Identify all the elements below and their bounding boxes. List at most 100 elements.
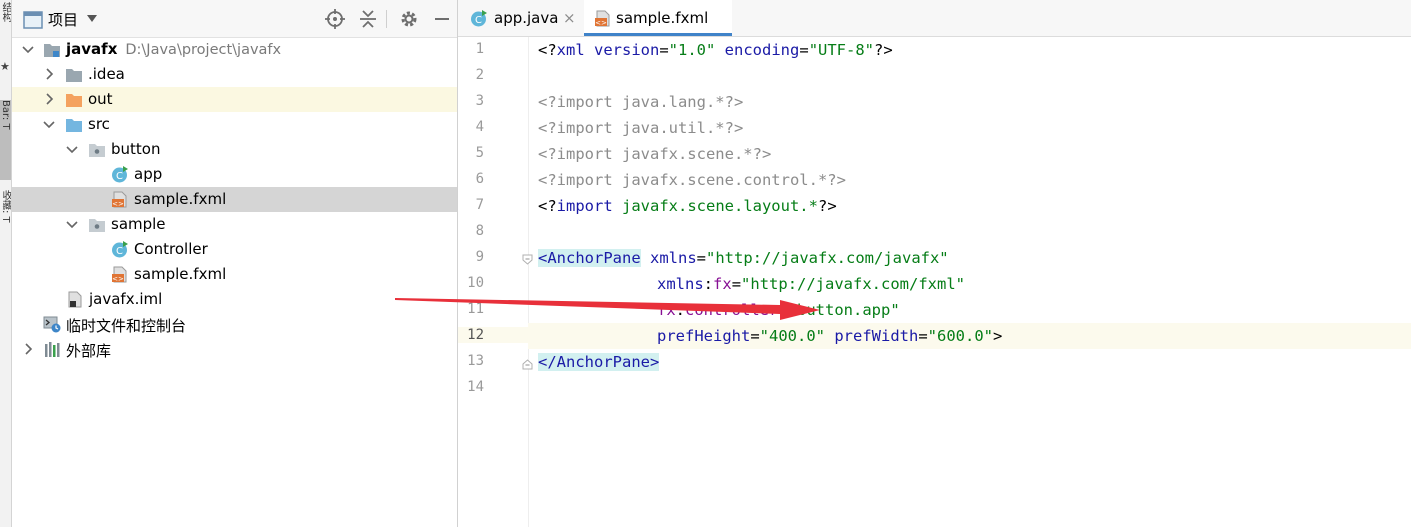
code-line-5: <?import javafx.scene.*?> [538,145,772,163]
tree-item-app[interactable]: C app [12,162,457,187]
tab-label: app.java [494,9,559,27]
tree-item-label: 临时文件和控制台 [66,317,187,335]
fxml-file-icon: <> [595,10,610,27]
project-panel-title[interactable]: 项目 [48,9,78,30]
line-number: 5 [475,145,484,161]
minimize-icon[interactable] [432,9,452,29]
tool-window-strip: 结构 ★ Bar: T 收藏: T [0,0,12,527]
strip-tab-structure[interactable]: 结构 [0,2,11,22]
tree-item-button-package[interactable]: button [12,137,457,162]
line-number: 1 [475,41,484,57]
tree-item-external-libraries[interactable]: 外部库 [12,337,457,362]
chevron-right-icon[interactable] [43,68,55,80]
java-class-icon: C [112,166,128,183]
code-line-12: prefHeight="400.0" prefWidth="600.0"> [528,323,1411,349]
chevron-down-icon[interactable] [66,218,78,230]
header-divider [386,10,387,28]
line-number: 14 [467,379,484,395]
tree-item-label: app [134,165,163,183]
tree-item-javafx-iml[interactable]: javafx.iml [12,287,457,312]
chevron-down-icon[interactable] [43,118,55,130]
tree-item-src[interactable]: src [12,112,457,137]
line-number: 3 [475,93,484,109]
collapse-all-icon[interactable] [358,9,378,29]
tree-item-idea[interactable]: .idea [12,62,457,87]
tree-item-label: 外部库 [66,342,112,360]
tree-item-out[interactable]: out [12,87,457,112]
svg-text:<>: <> [112,200,124,208]
source-folder-icon [66,119,82,132]
package-icon [89,219,105,232]
chevron-right-icon[interactable] [22,343,34,355]
java-class-icon: C [112,241,128,258]
scratches-console-icon [43,316,61,333]
tree-item-controller[interactable]: C Controller [12,237,457,262]
tree-item-label: javafx.iml [89,290,163,308]
iml-file-icon [68,291,82,308]
library-icon [45,342,60,357]
svg-text:C: C [116,246,123,257]
svg-text:C: C [116,171,123,182]
line-number: 9 [475,249,484,265]
tree-item-scratches[interactable]: 临时文件和控制台 [12,312,457,337]
line-number: 8 [475,223,484,239]
tree-item-label: javafx D:\Java\project\javafx [66,40,282,58]
tree-item-label: out [88,90,113,108]
line-number: 7 [475,197,484,213]
code-editor[interactable]: <?xml version="1.0" encoding="UTF-8"?> <… [528,37,1411,527]
line-number-current: 12 [458,327,528,343]
tree-item-sample-fxml-button[interactable]: <> sample.fxml [12,187,457,212]
svg-text:<>: <> [112,275,124,283]
chevron-down-icon[interactable] [66,143,78,155]
excluded-folder-icon [66,94,82,107]
locate-icon[interactable] [325,9,345,29]
code-line-6: <?import javafx.scene.control.*?> [538,171,846,189]
editor-tab-bar: C app.java × <> sample.fxml [458,0,1411,37]
fxml-file-icon: <> [112,191,127,208]
editor-area: C app.java × <> sample.fxml 1 2 3 4 5 6 … [458,0,1411,527]
tree-item-label: sample.fxml [134,265,227,283]
line-number-gutter: 1 2 3 4 5 6 7 8 9 10 11 12 13 14 [458,37,533,527]
project-view-icon [23,11,43,29]
package-icon [89,144,105,157]
tree-item-label: sample [111,215,166,233]
svg-text:C: C [475,15,482,26]
strip-tab-bar[interactable]: Bar: T [0,100,11,180]
tree-item-label: sample.fxml [134,190,227,208]
java-class-icon: C [471,10,487,27]
tree-item-sample-package[interactable]: sample [12,212,457,237]
code-line-9: <AnchorPane xmlns="http://javafx.com/jav… [538,249,949,267]
svg-text:<>: <> [595,19,607,27]
tree-item-label: Controller [134,240,208,258]
line-number: 11 [467,301,484,317]
line-number: 10 [467,275,484,291]
tab-label: sample.fxml [616,9,709,27]
folder-icon [66,69,82,82]
chevron-down-icon[interactable] [87,15,97,23]
tab-app-java[interactable]: C app.java × [458,0,582,36]
line-number: 2 [475,67,484,83]
tab-sample-fxml[interactable]: <> sample.fxml [584,0,732,36]
line-number: 4 [475,119,484,135]
tree-item-javafx[interactable]: javafx D:\Java\project\javafx [12,37,457,62]
tree-item-label: button [111,140,161,158]
chevron-right-icon[interactable] [43,93,55,105]
line-number: 13 [467,353,484,369]
tree-item-label: src [88,115,110,133]
code-line-4: <?import java.util.*?> [538,119,744,137]
star-icon: ★ [0,60,10,73]
chevron-down-icon[interactable] [22,43,34,55]
strip-tab-favorites[interactable]: 收藏: T [0,190,11,223]
code-line-3: <?import java.lang.*?> [538,93,744,111]
code-line-13: </AnchorPane> [538,353,660,371]
code-line-7: <?import javafx.scene.layout.*?> [538,197,837,215]
tree-item-label: .idea [88,65,125,83]
tree-item-sample-fxml-sample[interactable]: <> sample.fxml [12,262,457,287]
line-number: 6 [475,171,484,187]
gear-icon[interactable] [399,9,419,29]
fxml-file-icon: <> [112,266,127,283]
module-folder-icon [44,44,60,57]
code-line-11: fx:controller="button.app" [657,301,900,319]
project-panel-header: 项目 [12,0,457,38]
close-icon[interactable]: × [563,9,576,27]
